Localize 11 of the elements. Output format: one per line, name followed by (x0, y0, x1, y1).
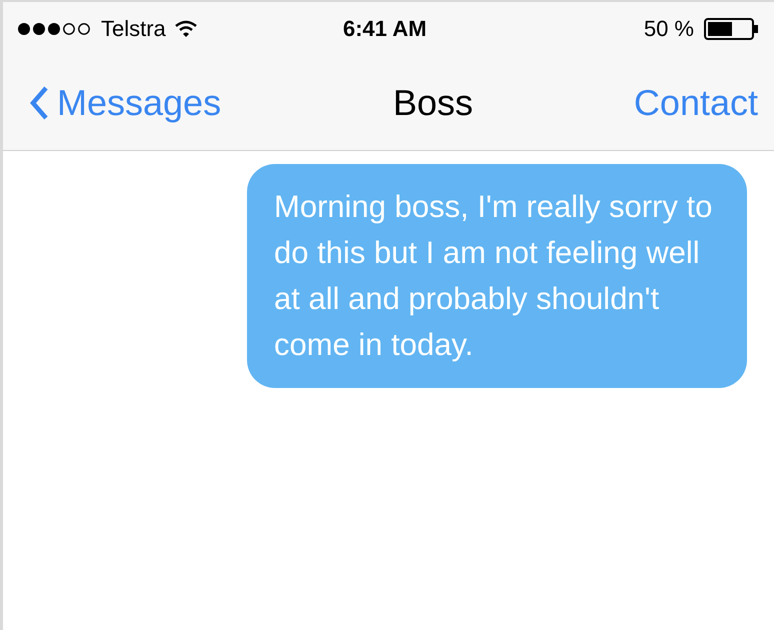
status-time: 6:41 AM (343, 15, 427, 43)
chevron-left-icon (29, 84, 49, 120)
conversation-title: Boss (393, 80, 474, 124)
signal-icon (17, 22, 93, 36)
back-button[interactable]: Messages (29, 76, 222, 130)
message-bubble: Morning boss, I'm really sorry to do this but I am not feeling well at all and probably shouldn't come in today. (247, 164, 747, 388)
battery-icon (704, 18, 760, 40)
contact-button[interactable]: Contact (634, 76, 758, 130)
carrier-name: Telstra (101, 15, 166, 43)
wifi-icon (174, 20, 198, 38)
battery-percent: 50 % (644, 15, 694, 43)
